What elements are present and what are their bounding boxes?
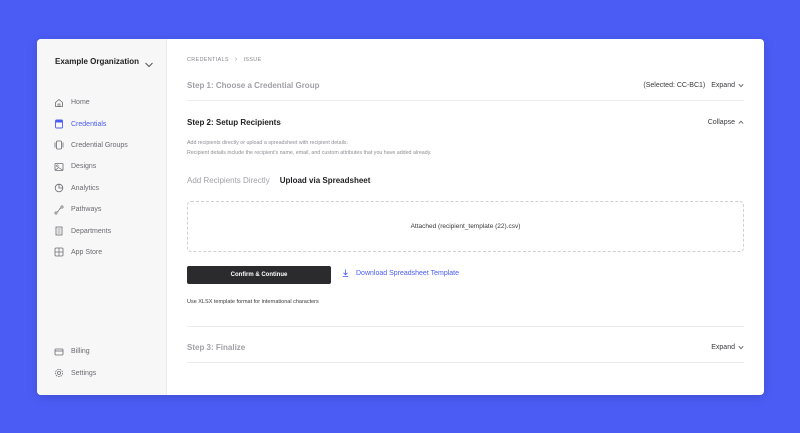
sidebar-item-label: Home — [71, 99, 90, 107]
sidebar-item-home[interactable]: Home — [54, 92, 164, 113]
step1-header[interactable]: Step 1: Choose a Credential Group (Selec… — [187, 81, 744, 90]
sidebar-item-label: Billing — [71, 348, 90, 356]
download-icon — [342, 269, 349, 277]
step3-header[interactable]: Step 3: Finalize Expand — [187, 343, 744, 352]
breadcrumb: CREDENTIALS › ISSUE — [187, 56, 261, 63]
org-name: Example Organization — [55, 57, 140, 66]
file-dropzone[interactable]: Attached (recipient_template (22).csv) — [187, 201, 744, 252]
sidebar-item-credentials[interactable]: Credentials — [54, 113, 164, 134]
app-window: Example Organization Home Credentials Cr… — [37, 39, 764, 395]
divider — [187, 362, 744, 363]
sidebar-item-departments[interactable]: Departments — [54, 220, 164, 241]
step2-title: Step 2: Setup Recipients — [187, 118, 281, 127]
helper-line: Add recipients directly or upload a spre… — [187, 140, 349, 146]
download-template-link[interactable]: Download Spreadsheet Template — [342, 269, 459, 277]
step1-expand-button[interactable]: Expand — [711, 82, 744, 89]
sidebar-item-label: Departments — [71, 227, 112, 235]
credential-groups-icon — [54, 140, 64, 150]
chevron-right-icon: › — [234, 56, 238, 63]
sidebar-item-label: Analytics — [71, 184, 100, 192]
sidebar-item-label: Credential Groups — [71, 141, 128, 149]
sidebar-item-label: Pathways — [71, 206, 102, 214]
xlsx-note: Use XLSX template format for internation… — [187, 299, 319, 305]
breadcrumb-item-credentials[interactable]: CREDENTIALS — [187, 57, 229, 63]
breadcrumb-item-issue: ISSUE — [243, 56, 262, 63]
helper-line: Recipient details include the recipient'… — [187, 149, 432, 156]
sidebar-item-label: App Store — [71, 248, 103, 256]
sidebar-item-label: Credentials — [71, 120, 107, 128]
step3-expand-button[interactable]: Expand — [711, 344, 744, 351]
chevron-up-icon — [738, 120, 744, 124]
main-content: CREDENTIALS › ISSUE Step 1: Choose a Cre… — [167, 39, 764, 395]
sidebar-nav: Home Credentials Credential Groups Desig… — [54, 92, 164, 263]
home-icon — [54, 98, 64, 108]
sidebar-bottom-nav: Billing Settings — [54, 341, 164, 384]
step2-helper-text: Add recipients directly or upload a spre… — [187, 139, 431, 158]
recipient-tabs: Add Recipients Directly Upload via Sprea… — [187, 176, 370, 185]
billing-icon — [54, 347, 64, 357]
step1-selected: (Selected: CC-BC1) — [643, 82, 706, 89]
sidebar: Example Organization Home Credentials Cr… — [37, 39, 167, 395]
app-store-icon — [54, 247, 64, 257]
designs-icon — [54, 162, 64, 172]
step2-header[interactable]: Step 2: Setup Recipients Collapse — [187, 118, 744, 127]
sidebar-item-settings[interactable]: Settings — [54, 362, 164, 383]
sidebar-item-pathways[interactable]: Pathways — [54, 199, 164, 220]
sidebar-item-designs[interactable]: Designs — [54, 156, 164, 177]
tab-add-recipients-directly[interactable]: Add Recipients Directly — [187, 176, 270, 185]
chevron-down-icon[interactable] — [144, 61, 154, 69]
sidebar-item-label: Designs — [71, 163, 97, 171]
step1-title: Step 1: Choose a Credential Group — [187, 81, 320, 90]
divider — [187, 100, 744, 101]
pathways-icon — [54, 205, 64, 215]
confirm-continue-button[interactable]: Confirm & Continue — [187, 266, 331, 284]
analytics-icon — [54, 183, 64, 193]
attached-file-text: Attached (recipient_template (22).csv) — [410, 223, 521, 230]
sidebar-item-billing[interactable]: Billing — [54, 341, 164, 362]
sidebar-item-analytics[interactable]: Analytics — [54, 178, 164, 199]
sidebar-item-app-store[interactable]: App Store — [54, 242, 164, 263]
sidebar-item-label: Settings — [71, 369, 97, 377]
tab-upload-via-spreadsheet[interactable]: Upload via Spreadsheet — [280, 176, 371, 185]
step3-title: Step 3: Finalize — [187, 343, 246, 352]
settings-icon — [54, 368, 64, 378]
sidebar-item-credential-groups[interactable]: Credential Groups — [54, 135, 164, 156]
step2-collapse-button[interactable]: Collapse — [708, 119, 744, 126]
divider — [187, 326, 744, 327]
chevron-down-icon — [738, 83, 744, 88]
chevron-down-icon — [738, 345, 744, 350]
credentials-icon — [54, 119, 64, 129]
departments-icon — [54, 226, 64, 236]
download-template-label: Download Spreadsheet Template — [356, 269, 459, 277]
